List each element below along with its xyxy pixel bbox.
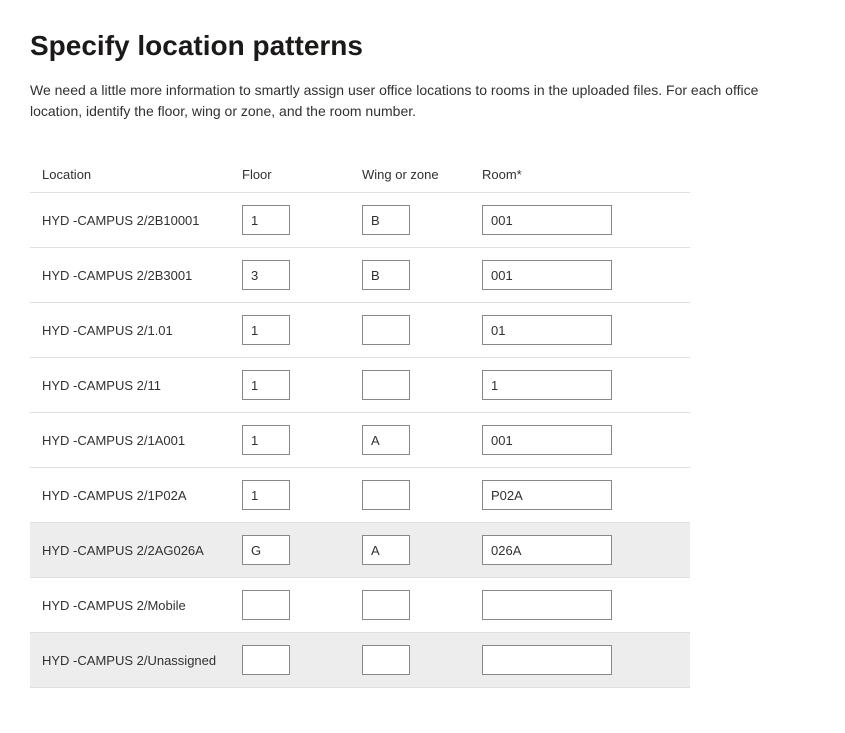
location-text: HYD -CAMPUS 2/1.01 xyxy=(42,323,242,338)
location-text: HYD -CAMPUS 2/2AG026A xyxy=(42,543,242,558)
table-row: HYD -CAMPUS 2/2B10001 xyxy=(30,193,690,248)
table-row: HYD -CAMPUS 2/2B3001 xyxy=(30,248,690,303)
floor-input[interactable] xyxy=(242,260,290,290)
location-text: HYD -CAMPUS 2/11 xyxy=(42,378,242,393)
location-text: HYD -CAMPUS 2/Unassigned xyxy=(42,653,242,668)
table-row: HYD -CAMPUS 2/Unassigned xyxy=(30,633,690,688)
wing-input[interactable] xyxy=(362,425,410,455)
table-row: HYD -CAMPUS 2/1P02A xyxy=(30,468,690,523)
column-header-location: Location xyxy=(42,167,242,182)
room-input[interactable] xyxy=(482,535,612,565)
wing-input[interactable] xyxy=(362,315,410,345)
floor-input[interactable] xyxy=(242,645,290,675)
column-header-wing: Wing or zone xyxy=(362,167,482,182)
room-input[interactable] xyxy=(482,205,612,235)
room-input[interactable] xyxy=(482,425,612,455)
floor-input[interactable] xyxy=(242,535,290,565)
location-text: HYD -CAMPUS 2/1P02A xyxy=(42,488,242,503)
table-row: HYD -CAMPUS 2/1.01 xyxy=(30,303,690,358)
wing-input[interactable] xyxy=(362,590,410,620)
floor-input[interactable] xyxy=(242,480,290,510)
room-input[interactable] xyxy=(482,590,612,620)
location-text: HYD -CAMPUS 2/1A001 xyxy=(42,433,242,448)
room-input[interactable] xyxy=(482,315,612,345)
wing-input[interactable] xyxy=(362,645,410,675)
wing-input[interactable] xyxy=(362,370,410,400)
wing-input[interactable] xyxy=(362,535,410,565)
table-row: HYD -CAMPUS 2/1A001 xyxy=(30,413,690,468)
table-header-row: Location Floor Wing or zone Room* xyxy=(30,157,690,193)
column-header-room: Room* xyxy=(482,167,682,182)
location-text: HYD -CAMPUS 2/2B10001 xyxy=(42,213,242,228)
wing-input[interactable] xyxy=(362,480,410,510)
page-description: We need a little more information to sma… xyxy=(30,80,810,122)
floor-input[interactable] xyxy=(242,315,290,345)
table-row: HYD -CAMPUS 2/11 xyxy=(30,358,690,413)
table-row: HYD -CAMPUS 2/2AG026A xyxy=(30,523,690,578)
room-input[interactable] xyxy=(482,370,612,400)
floor-input[interactable] xyxy=(242,370,290,400)
floor-input[interactable] xyxy=(242,205,290,235)
column-header-floor: Floor xyxy=(242,167,362,182)
location-text: HYD -CAMPUS 2/Mobile xyxy=(42,598,242,613)
room-input[interactable] xyxy=(482,260,612,290)
room-input[interactable] xyxy=(482,480,612,510)
room-input[interactable] xyxy=(482,645,612,675)
wing-input[interactable] xyxy=(362,205,410,235)
floor-input[interactable] xyxy=(242,590,290,620)
page-title: Specify location patterns xyxy=(30,30,815,62)
location-pattern-table: Location Floor Wing or zone Room* HYD -C… xyxy=(30,157,690,688)
table-row: HYD -CAMPUS 2/Mobile xyxy=(30,578,690,633)
wing-input[interactable] xyxy=(362,260,410,290)
location-text: HYD -CAMPUS 2/2B3001 xyxy=(42,268,242,283)
floor-input[interactable] xyxy=(242,425,290,455)
